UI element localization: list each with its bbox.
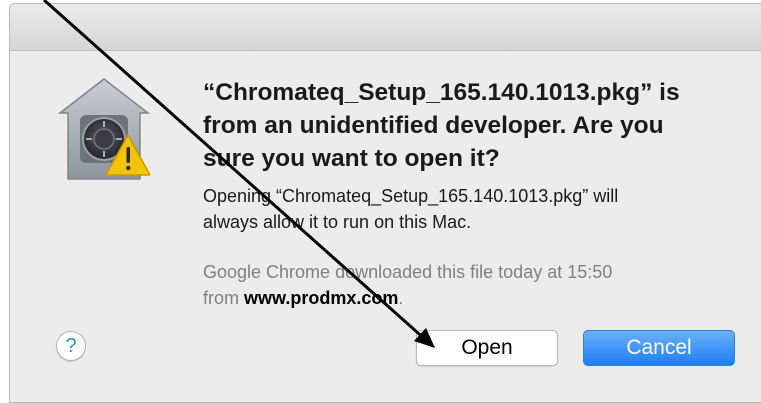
download-source-text: Google Chrome downloaded this file today…	[203, 259, 723, 311]
info-line: Opening “Chromateq_Setup_165.140.1013.pk…	[203, 186, 619, 206]
dialog-info-text: Opening “Chromateq_Setup_165.140.1013.pk…	[203, 183, 723, 235]
heading-line: from an unidentified developer. Are you	[203, 112, 664, 139]
heading-line: sure you want to open it?	[203, 145, 500, 172]
heading-line: “Chromateq_Setup_165.140.1013.pkg” is	[203, 79, 680, 106]
help-button[interactable]: ?	[56, 331, 86, 361]
gatekeeper-security-warning-icon	[57, 75, 151, 185]
cancel-button[interactable]: Cancel	[583, 330, 735, 366]
dialog-titlebar	[10, 4, 761, 51]
dialog-heading: “Chromateq_Setup_165.140.1013.pkg” is fr…	[203, 76, 723, 175]
source-suffix: .	[398, 288, 404, 308]
source-line: Google Chrome downloaded this file today…	[203, 262, 613, 282]
source-prefix: from	[203, 288, 245, 308]
open-button[interactable]: Open	[416, 330, 558, 366]
source-line: from www.prodmx.com.	[203, 285, 723, 311]
info-line: always allow it to run on this Mac.	[203, 212, 472, 232]
source-domain: www.prodmx.com	[244, 288, 399, 308]
